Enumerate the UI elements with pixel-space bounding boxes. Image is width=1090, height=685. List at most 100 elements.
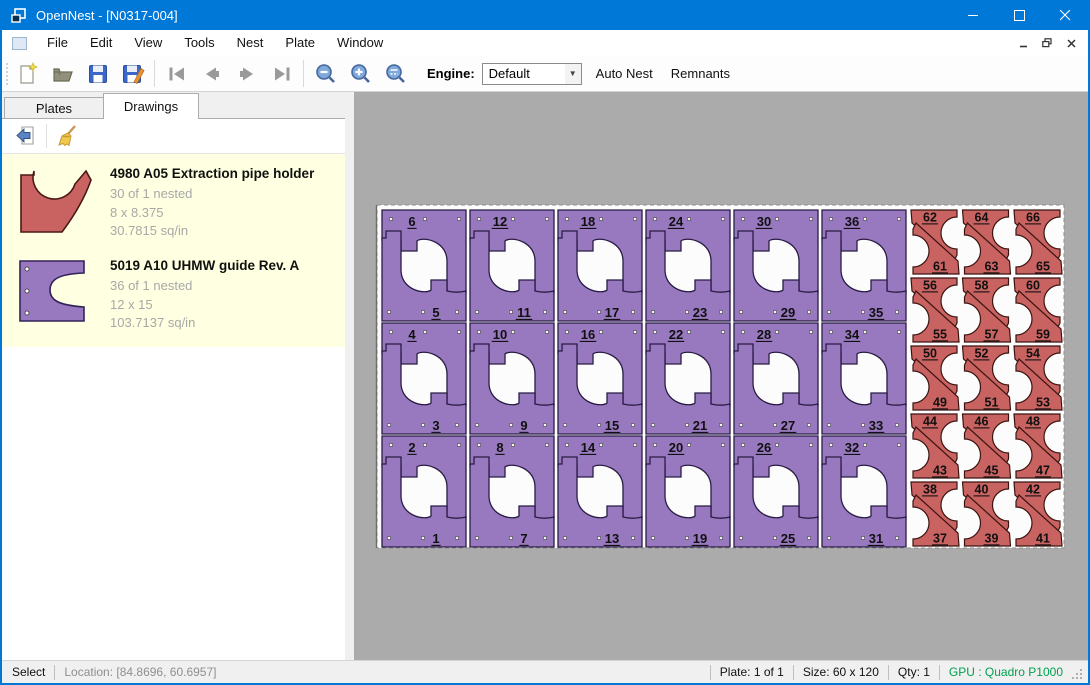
- part-number: 17: [605, 305, 619, 320]
- part-number: 29: [781, 305, 795, 320]
- part-number: 57: [985, 328, 999, 342]
- new-file-button[interactable]: [10, 59, 45, 89]
- menu-item-nest[interactable]: Nest: [226, 30, 275, 56]
- part-number: 10: [493, 327, 507, 342]
- part-number: 1: [432, 531, 439, 546]
- part-number: 33: [869, 418, 883, 433]
- status-separator: [54, 665, 55, 680]
- part-number: 16: [581, 327, 595, 342]
- part-number: 9: [520, 418, 527, 433]
- toolbar-separator: [303, 60, 304, 87]
- part-number: 27: [781, 418, 795, 433]
- save-button[interactable]: [80, 59, 115, 89]
- previous-arrow-icon: [200, 62, 224, 86]
- drawing-title: 5019 A10 UHMW guide Rev. A: [110, 256, 335, 273]
- part-number: 41: [1036, 532, 1050, 546]
- status-location: Location: [84.8696, 60.6957]: [64, 665, 216, 679]
- next-plate-button[interactable]: [229, 59, 264, 89]
- minimize-button[interactable]: [950, 0, 996, 30]
- part-number: 49: [933, 396, 947, 410]
- part-number: 36: [845, 214, 859, 229]
- zoom-out-button[interactable]: [308, 59, 343, 89]
- drawing-nested-count: 30 of 1 nested: [110, 185, 335, 204]
- menu-item-view[interactable]: View: [123, 30, 173, 56]
- part-number: 24: [669, 214, 684, 229]
- main-content: Plates Drawings: [2, 92, 1088, 660]
- part-number: 11: [517, 305, 531, 320]
- menu-item-tools[interactable]: Tools: [173, 30, 225, 56]
- part-number: 22: [669, 327, 683, 342]
- chevron-down-icon[interactable]: ▼: [565, 64, 581, 84]
- remnants-button[interactable]: Remnants: [662, 66, 739, 81]
- part-number: 46: [975, 415, 989, 429]
- status-plate: Plate: 1 of 1: [720, 665, 784, 679]
- auto-nest-button[interactable]: Auto Nest: [587, 66, 662, 81]
- title-bar: OpenNest - [N0317-004]: [2, 0, 1088, 30]
- menu-item-edit[interactable]: Edit: [79, 30, 123, 56]
- mdi-close-button[interactable]: [1062, 35, 1080, 51]
- part-number: 8: [496, 440, 503, 455]
- part-number: 43: [933, 464, 947, 478]
- part-number: 30: [757, 214, 771, 229]
- part-number: 35: [869, 305, 883, 320]
- part-number: 21: [693, 418, 707, 433]
- first-plate-button[interactable]: [159, 59, 194, 89]
- window-title: OpenNest - [N0317-004]: [36, 8, 178, 23]
- status-qty: Qty: 1: [898, 665, 930, 679]
- drawing-item[interactable]: 4980 A05 Extraction pipe holder 30 of 1 n…: [2, 158, 345, 250]
- part-number: 53: [1036, 396, 1050, 410]
- maximize-button[interactable]: [996, 0, 1042, 30]
- drawing-info: 4980 A05 Extraction pipe holder 30 of 1 n…: [110, 164, 335, 242]
- part-number: 47: [1036, 464, 1050, 478]
- drawing-item[interactable]: 5019 A10 UHMW guide Rev. A36 of 1 nested…: [2, 250, 345, 341]
- drawing-title: 4980 A05 Extraction pipe holder: [110, 164, 335, 181]
- menu-item-plate[interactable]: Plate: [274, 30, 326, 56]
- menu-item-file[interactable]: File: [36, 30, 79, 56]
- close-button[interactable]: [1042, 0, 1088, 30]
- status-separator: [939, 665, 940, 680]
- part-number: 13: [605, 531, 619, 546]
- nest-canvas: 6512111817242330293635431091615222128273…: [354, 92, 1088, 660]
- engine-select[interactable]: Default ▼: [482, 63, 582, 85]
- part-number: 3: [432, 418, 439, 433]
- status-separator: [793, 665, 794, 680]
- menu-item-window[interactable]: Window: [326, 30, 394, 56]
- status-gpu: GPU : Quadro P1000: [949, 665, 1063, 679]
- toolbar-separator: [154, 60, 155, 87]
- drawing-info: 5019 A10 UHMW guide Rev. A36 of 1 nested…: [110, 256, 335, 333]
- part-number: 5: [432, 305, 439, 320]
- zoom-in-button[interactable]: [343, 59, 378, 89]
- part-number: 15: [605, 418, 619, 433]
- mdi-restore-button[interactable]: [1038, 35, 1056, 51]
- part-number: 40: [975, 483, 989, 497]
- part-number: 42: [1026, 483, 1040, 497]
- drawing-list: 4980 A05 Extraction pipe holder 30 of 1 n…: [2, 154, 345, 347]
- part-number: 2: [408, 440, 415, 455]
- previous-plate-button[interactable]: [194, 59, 229, 89]
- part-number: 19: [693, 531, 707, 546]
- status-separator: [888, 665, 889, 680]
- send-back-button[interactable]: [11, 122, 41, 150]
- menu-bar: FileEditViewToolsNestPlateWindow: [2, 30, 1088, 56]
- part-number: 64: [975, 211, 989, 225]
- tab-drawings[interactable]: Drawings: [103, 93, 199, 119]
- clear-drawings-button[interactable]: [52, 122, 82, 150]
- tab-plates[interactable]: Plates: [4, 97, 104, 119]
- mdi-system-icon[interactable]: [12, 37, 27, 50]
- part-number: 18: [581, 214, 595, 229]
- menu-items: FileEditViewToolsNestPlateWindow: [36, 30, 394, 56]
- status-size: Size: 60 x 120: [803, 665, 879, 679]
- part-number: 7: [520, 531, 527, 546]
- resize-grip[interactable]: [1071, 668, 1083, 683]
- open-folder-icon: [51, 62, 75, 86]
- save-as-button[interactable]: [115, 59, 150, 89]
- status-bar: Select Location: [84.8696, 60.6957] Plat…: [2, 660, 1088, 683]
- part-number: 48: [1026, 415, 1040, 429]
- last-plate-button[interactable]: [264, 59, 299, 89]
- part-number: 12: [493, 214, 507, 229]
- mdi-minimize-button[interactable]: [1014, 35, 1032, 51]
- extraction-pipe-holder-thumbnail: [18, 167, 96, 237]
- open-file-button[interactable]: [45, 59, 80, 89]
- main-toolbar: Engine: Default ▼ Auto Nest Remnants: [2, 56, 1088, 92]
- zoom-fit-button[interactable]: [378, 59, 413, 89]
